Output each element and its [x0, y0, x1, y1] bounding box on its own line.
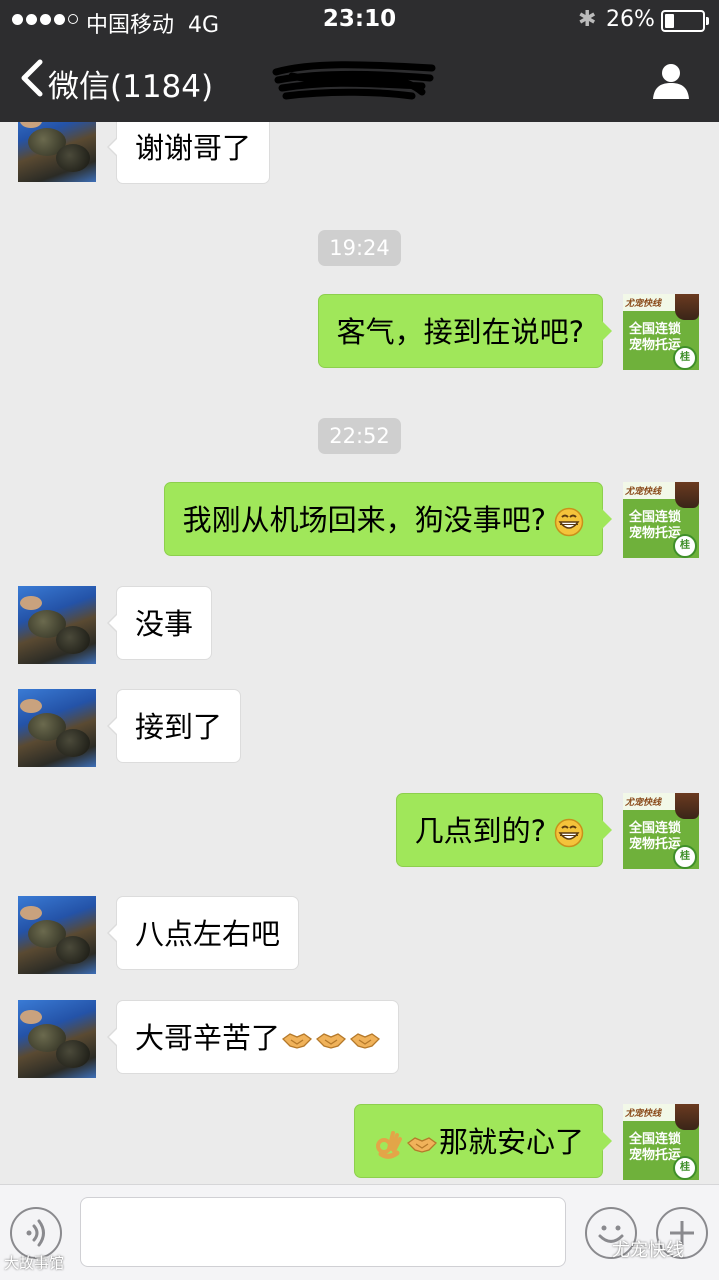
contact-avatar[interactable] — [18, 896, 96, 974]
outgoing-message[interactable]: 我刚从机场回来，狗没事吧? — [163, 482, 613, 556]
my-avatar[interactable]: 尤宠快线 全国连锁 宠物托运 桂 — [623, 482, 699, 558]
handshake-emoji — [406, 1137, 437, 1153]
contact-avatar[interactable] — [18, 1000, 96, 1078]
battery-percent: 26% — [606, 7, 655, 32]
back-button[interactable]: 微信(1184) — [48, 61, 213, 106]
my-avatar[interactable]: 尤宠快线 全国连锁 宠物托运 桂 — [623, 1104, 699, 1180]
handshake-emoji — [282, 1033, 313, 1049]
message-list[interactable]: 谢谢哥了 19:24 客气，接到在说吧? 尤宠快线 全国连锁 宠物托运 桂 22:… — [0, 122, 719, 1184]
incoming-message[interactable]: 八点左右吧 — [106, 896, 300, 970]
outgoing-message[interactable]: 几点到的? — [395, 793, 613, 867]
contact-avatar[interactable] — [18, 586, 96, 664]
incoming-message[interactable]: 没事 — [106, 586, 213, 660]
watermark-left: 大故事馆 — [4, 1254, 65, 1272]
watermark-right: 尤宠快线 — [612, 1240, 684, 1261]
timestamp: 19:24 — [0, 230, 719, 266]
incoming-message[interactable]: 接到了 — [106, 689, 242, 763]
grin-emoji — [554, 507, 584, 537]
voice-icon — [26, 1219, 45, 1247]
redacted-contact-name — [272, 61, 436, 100]
timestamp: 22:52 — [0, 418, 719, 454]
contact-avatar[interactable] — [18, 122, 96, 182]
status-bar: 中国移动 4G 23:10 ✱ 26% — [0, 0, 719, 40]
message-input[interactable] — [80, 1197, 566, 1267]
outgoing-message[interactable]: 客气，接到在说吧? — [317, 294, 613, 368]
outgoing-message[interactable]: 那就安心了 — [353, 1104, 613, 1178]
handshake-emoji — [316, 1033, 347, 1049]
contact-profile-icon[interactable] — [652, 62, 690, 100]
chat-header: 微信(1184) — [0, 40, 719, 122]
handshake-emoji — [350, 1033, 381, 1049]
incoming-message[interactable]: 大哥辛苦了 — [106, 1000, 400, 1074]
grin-emoji — [554, 818, 584, 848]
battery-icon — [661, 10, 709, 32]
input-bar — [0, 1184, 719, 1280]
contact-avatar[interactable] — [18, 689, 96, 767]
my-avatar[interactable]: 尤宠快线 全国连锁 宠物托运 桂 — [623, 793, 699, 869]
ok-hand-emoji — [375, 1131, 402, 1159]
back-chevron-icon[interactable] — [18, 58, 48, 98]
my-avatar[interactable]: 尤宠快线 全国连锁 宠物托运 桂 — [623, 294, 699, 370]
incoming-message[interactable]: 谢谢哥了 — [106, 122, 271, 184]
bluetooth-icon: ✱ — [578, 7, 597, 32]
